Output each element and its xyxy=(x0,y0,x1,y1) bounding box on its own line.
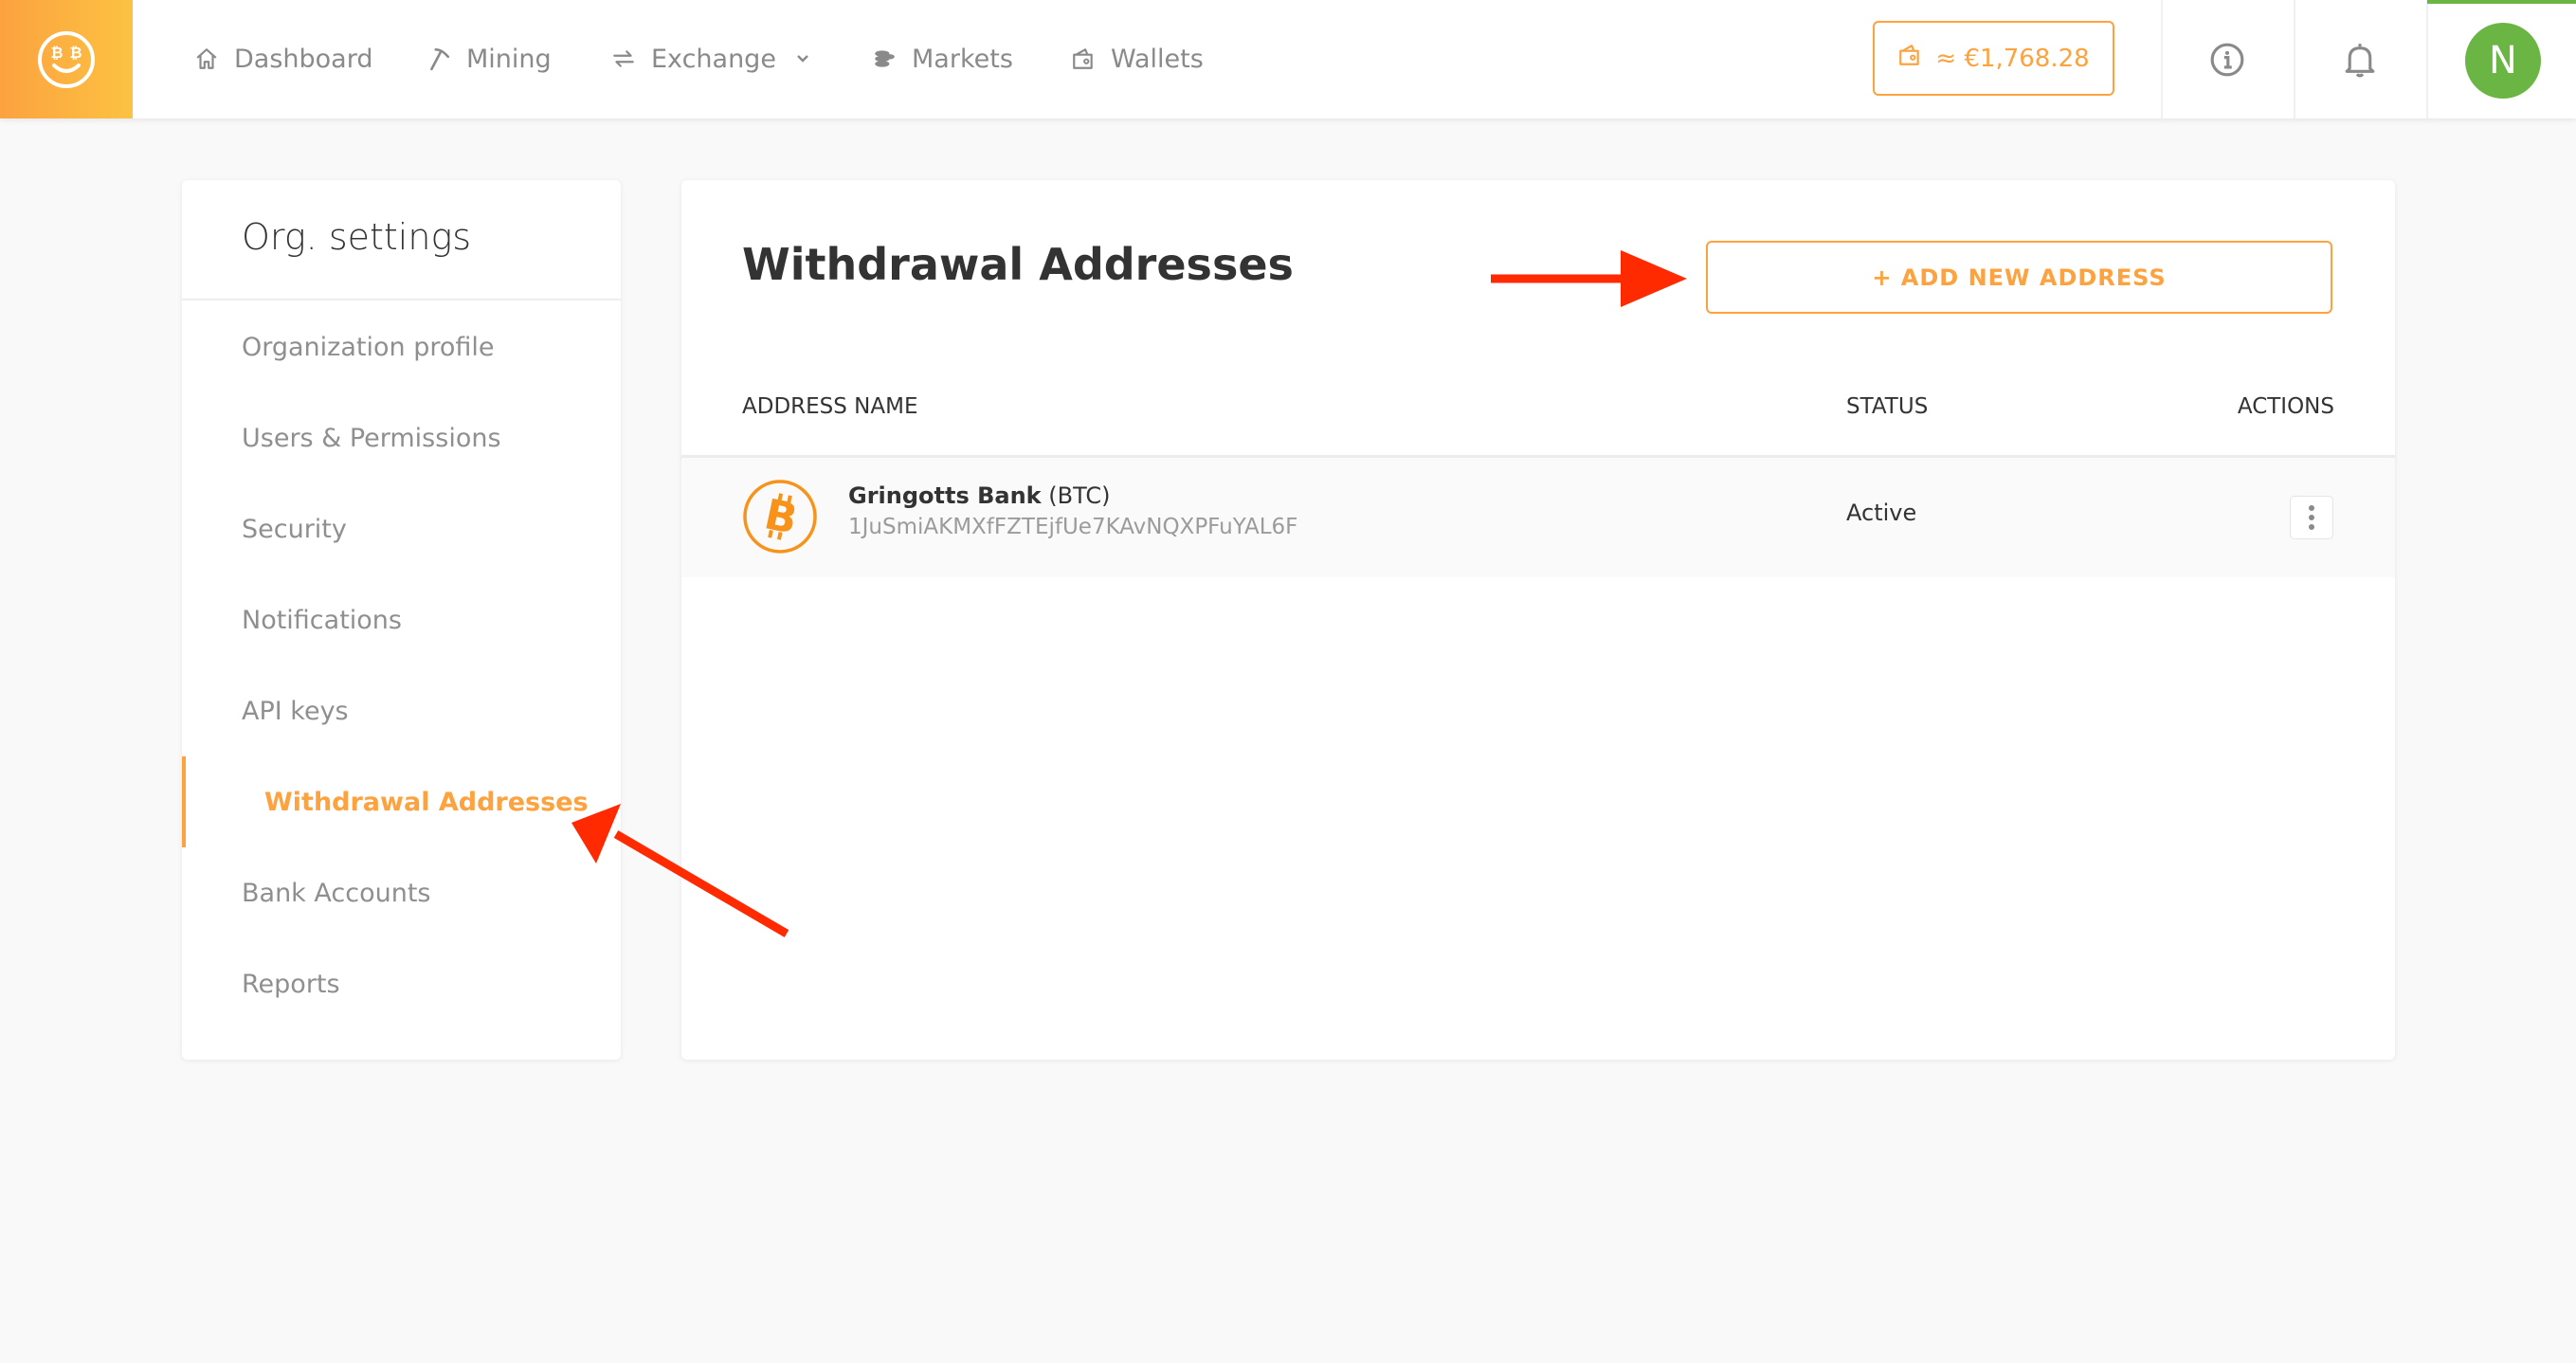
wallet-balance-button[interactable]: ≈ €1,768.28 xyxy=(1873,21,2114,96)
kebab-dot xyxy=(2309,524,2314,530)
exchange-arrows-icon xyxy=(609,45,638,73)
user-menu: N xyxy=(2427,0,2576,118)
nav-dashboard-label: Dashboard xyxy=(234,44,373,74)
address-name: Gringotts Bank (BTC) xyxy=(848,482,1110,509)
nav-wallets[interactable]: Wallets xyxy=(1069,38,1204,80)
top-navigation-bar: ₿ ₿ Dashboard Mining Exchange Markets Wa… xyxy=(0,0,2576,118)
table-row[interactable]: B Gringotts Bank (BTC) 1JuSmiAKMXfFZTEjf… xyxy=(681,458,2395,577)
column-header-status[interactable]: STATUS xyxy=(1846,394,1928,419)
wallet-icon xyxy=(1069,45,1098,73)
column-header-address-name[interactable]: ADDRESS NAME xyxy=(742,394,918,419)
status-badge: Active xyxy=(1846,500,1917,526)
sidebar-item-bank-accounts[interactable]: Bank Accounts xyxy=(182,847,621,938)
page-title: Withdrawal Addresses xyxy=(742,239,1294,290)
chevron-down-icon[interactable] xyxy=(793,49,812,68)
wallet-balance-value: ≈ €1,768.28 xyxy=(1935,44,2090,73)
sidebar-item-reports[interactable]: Reports xyxy=(182,938,621,1029)
pickaxe-icon xyxy=(425,45,453,73)
add-new-address-button[interactable]: + ADD NEW ADDRESS xyxy=(1706,241,2332,314)
kebab-dot xyxy=(2309,515,2314,520)
nav-wallets-label: Wallets xyxy=(1111,44,1204,74)
nav-exchange[interactable]: Exchange xyxy=(609,38,812,80)
sidebar-divider xyxy=(182,299,621,300)
home-icon xyxy=(192,45,221,73)
header-divider xyxy=(2161,0,2163,118)
address-label: Gringotts Bank xyxy=(848,482,1042,509)
address-hash: 1JuSmiAKMXfFZTEjfUe7KAvNQXPFuYAL6F xyxy=(848,515,1298,539)
sidebar-item-security[interactable]: Security xyxy=(182,483,621,574)
withdrawal-addresses-panel: Withdrawal Addresses + ADD NEW ADDRESS A… xyxy=(681,180,2395,1060)
address-currency: (BTC) xyxy=(1048,482,1111,509)
notifications-button[interactable] xyxy=(2336,36,2384,83)
sidebar-item-api-keys[interactable]: API keys xyxy=(182,665,621,756)
nav-markets[interactable]: Markets xyxy=(870,38,1013,80)
app-logo[interactable]: ₿ ₿ xyxy=(0,0,133,118)
sidebar-title: Org. settings xyxy=(242,216,472,258)
info-button[interactable] xyxy=(2204,36,2251,83)
org-settings-sidebar: Org. settings Organization profile Users… xyxy=(182,180,621,1060)
nav-mining[interactable]: Mining xyxy=(425,38,552,80)
sidebar-item-users-permissions[interactable]: Users & Permissions xyxy=(182,392,621,483)
nav-markets-label: Markets xyxy=(912,44,1013,74)
row-actions-menu-button[interactable] xyxy=(2290,496,2333,539)
header-divider xyxy=(2294,0,2295,118)
nav-exchange-label: Exchange xyxy=(651,44,776,74)
svg-text:₿: ₿ xyxy=(50,44,63,62)
info-icon xyxy=(2210,43,2244,77)
nav-mining-label: Mining xyxy=(466,44,552,74)
sidebar-item-organization-profile[interactable]: Organization profile xyxy=(182,301,621,392)
sidebar-item-notifications[interactable]: Notifications xyxy=(182,574,621,665)
bitcoin-icon: B xyxy=(743,480,817,554)
kebab-dot xyxy=(2309,505,2314,511)
avatar[interactable]: N xyxy=(2465,23,2541,99)
wallet-icon xyxy=(1897,43,1922,74)
bell-icon xyxy=(2345,44,2375,78)
nav-dashboard[interactable]: Dashboard xyxy=(192,38,372,80)
sidebar-item-withdrawal-addresses[interactable]: Withdrawal Addresses xyxy=(182,756,621,847)
smiley-bitcoin-logo-icon: ₿ ₿ xyxy=(38,30,95,88)
coins-stack-icon xyxy=(870,45,898,73)
column-header-actions: ACTIONS xyxy=(2237,394,2334,419)
svg-text:₿: ₿ xyxy=(69,44,82,62)
